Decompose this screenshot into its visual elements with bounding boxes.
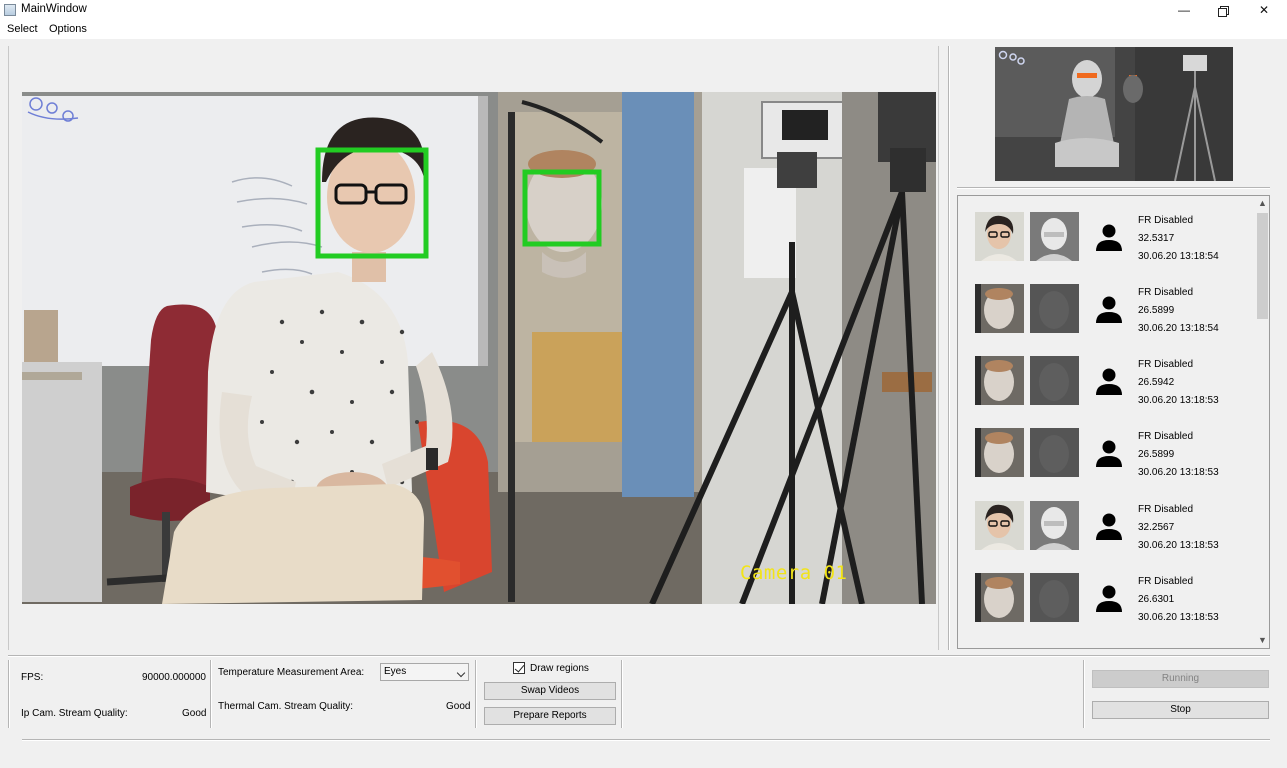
scroll-thumb[interactable] <box>1257 213 1268 319</box>
chevron-down-icon <box>456 668 466 678</box>
group-divider <box>1083 660 1085 728</box>
thermal-hotspot-eyes <box>1077 73 1097 78</box>
window-title: MainWindow <box>21 3 87 15</box>
fps-value: 90000.000000 <box>142 672 206 683</box>
close-button[interactable]: ✕ <box>1241 0 1287 21</box>
timestamp: 30.06.20 13:18:53 <box>1138 467 1219 478</box>
thermal-thumbnail <box>1030 573 1079 622</box>
face-thumbnail <box>975 501 1024 550</box>
timestamp: 30.06.20 13:18:53 <box>1138 395 1219 406</box>
draw-regions-label[interactable]: Draw regions <box>530 663 589 674</box>
thermal-thumbnail <box>1030 428 1079 477</box>
list-scrollbar[interactable]: ▲ ▼ <box>1255 196 1269 648</box>
right-splitter[interactable] <box>957 187 1270 189</box>
timestamp: 30.06.20 13:18:53 <box>1138 612 1219 623</box>
app-window-icon <box>4 4 16 16</box>
scroll-down-arrow-icon[interactable]: ▼ <box>1255 633 1269 648</box>
thermal-stream-quality-label: Thermal Cam. Stream Quality: <box>218 701 354 712</box>
person-icon <box>1096 296 1122 323</box>
temperature-value: 26.5942 <box>1138 377 1175 388</box>
stop-button[interactable]: Stop <box>1092 701 1269 719</box>
recognition-status: FR Disabled <box>1138 287 1194 298</box>
menu-bar: Select Options <box>0 21 1287 39</box>
list-item[interactable]: FR Disabled 26.5899 30.06.20 13:18:53 <box>958 428 1256 500</box>
list-item[interactable]: FR Disabled 26.5942 30.06.20 13:18:53 <box>958 356 1256 428</box>
thermal-camera-video <box>995 47 1233 181</box>
face-thumbnail <box>975 428 1024 477</box>
thermal-thumbnail <box>1030 284 1079 333</box>
group-divider <box>475 660 477 728</box>
list-item[interactable]: FR Disabled 32.2567 30.06.20 13:18:53 <box>958 501 1256 573</box>
thermal-thumbnail <box>1030 356 1079 405</box>
recognition-status: FR Disabled <box>1138 504 1194 515</box>
face-thumbnail <box>975 284 1024 333</box>
face-thumbnail <box>975 212 1024 261</box>
ip-stream-quality-value: Good <box>182 708 207 719</box>
group-divider <box>621 660 623 728</box>
draw-regions-checkbox[interactable] <box>513 662 525 674</box>
ip-camera-video: Camera 01 <box>22 92 936 604</box>
group-divider <box>210 660 212 728</box>
person-icon <box>1096 224 1122 251</box>
recognition-status: FR Disabled <box>1138 359 1194 370</box>
thermal-thumbnail <box>1030 212 1079 261</box>
maximize-button[interactable] <box>1199 0 1245 21</box>
vertical-splitter[interactable] <box>948 46 950 650</box>
list-item[interactable]: FR Disabled 26.5899 30.06.20 13:18:54 <box>958 284 1256 356</box>
title-bar: MainWindow — ✕ <box>0 0 1287 21</box>
camera-scene <box>22 92 936 604</box>
scroll-up-arrow-icon[interactable]: ▲ <box>1255 196 1269 211</box>
menu-select[interactable]: Select <box>7 23 38 35</box>
timestamp: 30.06.20 13:18:53 <box>1138 540 1219 551</box>
camera-label: Camera 01 <box>740 562 848 584</box>
restore-icon <box>1217 6 1229 17</box>
temperature-area-select[interactable]: Eyes <box>380 663 469 681</box>
list-item[interactable]: FR Disabled 32.5317 30.06.20 13:18:54 <box>958 212 1256 284</box>
recognition-status: FR Disabled <box>1138 215 1194 226</box>
face-thumbnail <box>975 356 1024 405</box>
running-button[interactable]: Running <box>1092 670 1269 688</box>
recognition-status: FR Disabled <box>1138 431 1194 442</box>
temperature-value: 26.5899 <box>1138 305 1175 316</box>
group-divider <box>8 660 10 728</box>
temperature-area-label: Temperature Measurement Area: <box>218 667 365 678</box>
ip-stream-quality-label: Ip Cam. Stream Quality: <box>21 708 128 719</box>
person-icon <box>1096 440 1122 467</box>
bottom-separator <box>8 655 1270 657</box>
thermal-scene <box>995 47 1233 181</box>
thermal-thumbnail <box>1030 501 1079 550</box>
face-thumbnail <box>975 573 1024 622</box>
prepare-reports-button[interactable]: Prepare Reports <box>484 707 616 725</box>
swap-videos-button[interactable]: Swap Videos <box>484 682 616 700</box>
thermal-stream-quality-value: Good <box>446 701 471 712</box>
recognition-status: FR Disabled <box>1138 576 1194 587</box>
person-icon <box>1096 513 1122 540</box>
temperature-value: 26.5899 <box>1138 449 1175 460</box>
temperature-value: 32.5317 <box>1138 233 1175 244</box>
timestamp: 30.06.20 13:18:54 <box>1138 251 1219 262</box>
temperature-value: 32.2567 <box>1138 522 1175 533</box>
detection-list[interactable]: FR Disabled 32.5317 30.06.20 13:18:54 FR… <box>957 195 1270 649</box>
temperature-value: 26.6301 <box>1138 594 1175 605</box>
temperature-area-selected: Eyes <box>384 666 407 677</box>
person-icon <box>1096 368 1122 395</box>
timestamp: 30.06.20 13:18:54 <box>1138 323 1219 334</box>
fps-label: FPS: <box>21 672 44 683</box>
person-icon <box>1096 585 1122 612</box>
list-item[interactable]: FR Disabled 26.6301 30.06.20 13:18:53 <box>958 573 1256 645</box>
menu-options[interactable]: Options <box>49 23 87 35</box>
status-separator <box>22 739 1270 741</box>
